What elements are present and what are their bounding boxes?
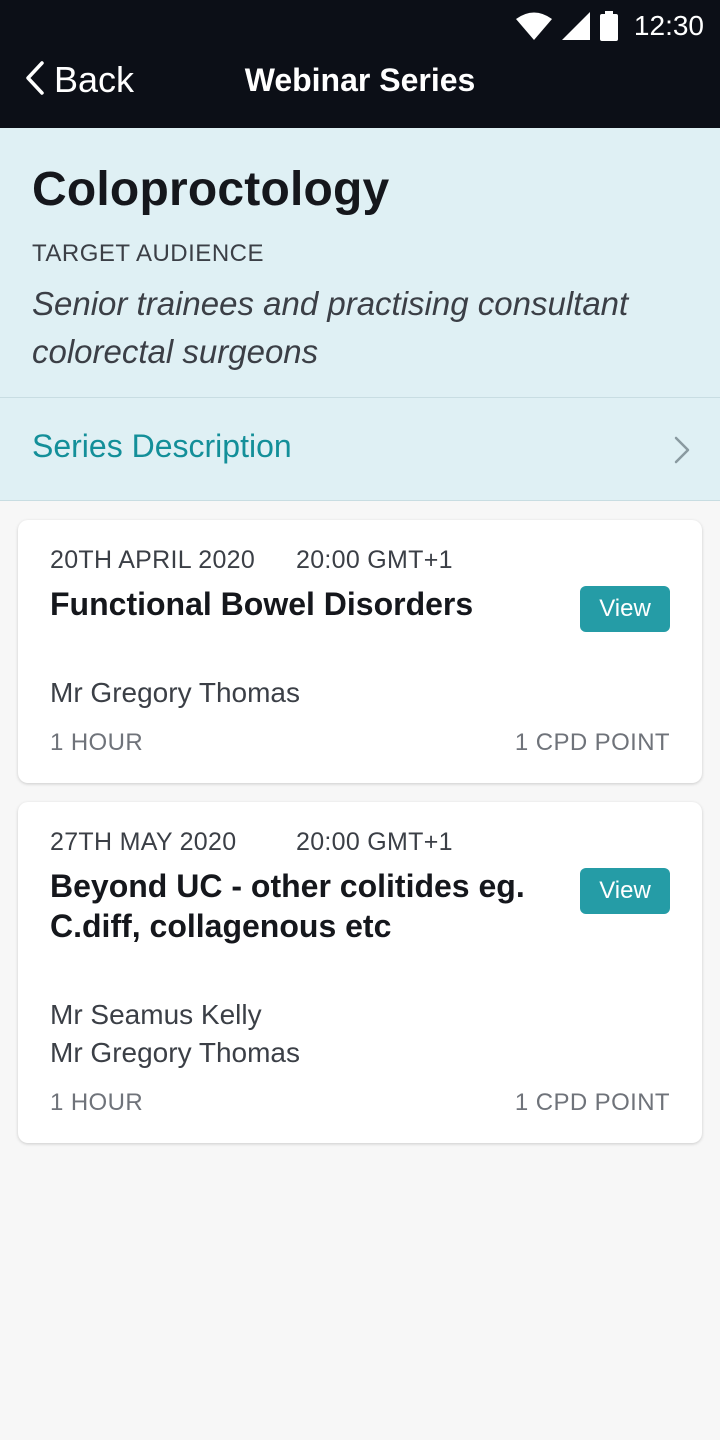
webinar-card[interactable]: 27TH MAY 2020 20:00 GMT+1 Beyond UC - ot… [18,802,702,1143]
page-title: Webinar Series [244,62,476,98]
webinar-duration: 1 HOUR [50,729,144,756]
webinar-time: 20:00 GMT+1 [296,828,453,856]
webinar-title: Beyond UC - other colitides eg. C.diff, … [50,868,525,944]
target-audience-label: TARGET AUDIENCE [32,240,264,267]
view-button[interactable]: View [580,586,670,632]
series-title: Coloproctology [32,163,390,216]
chevron-right-icon [674,436,690,469]
series-description-row[interactable]: Series Description [0,398,720,501]
webinar-title: Functional Bowel Disorders [50,586,474,622]
webinar-cpd: 1 CPD POINT [514,1089,670,1116]
webinar-date: 20TH APRIL 2020 [50,546,256,574]
status-bar: 12:30 [515,6,704,46]
webinar-speaker: Mr Gregory Thomas [50,677,300,708]
top-bar: 12:30 Back Webinar Series [0,0,720,128]
webinar-duration: 1 HOUR [50,1089,144,1116]
cell-signal-icon [561,12,590,40]
series-header: Coloproctology TARGET AUDIENCE Senior tr… [0,128,720,398]
status-time: 12:30 [633,10,704,41]
view-button[interactable]: View [580,868,670,914]
target-audience-text: Senior trainees and practising consultan… [32,285,629,370]
battery-icon [599,11,618,41]
webinar-time: 20:00 GMT+1 [296,546,453,574]
webinar-card[interactable]: 20TH APRIL 2020 20:00 GMT+1 Functional B… [18,520,702,783]
series-description-label: Series Description [32,428,292,464]
wifi-icon [515,12,552,40]
webinar-date: 27TH MAY 2020 [50,828,237,856]
webinar-cpd: 1 CPD POINT [514,729,670,756]
webinar-speaker: Mr Gregory Thomas [50,1037,300,1068]
webinar-speaker: Mr Seamus Kelly [50,999,262,1030]
